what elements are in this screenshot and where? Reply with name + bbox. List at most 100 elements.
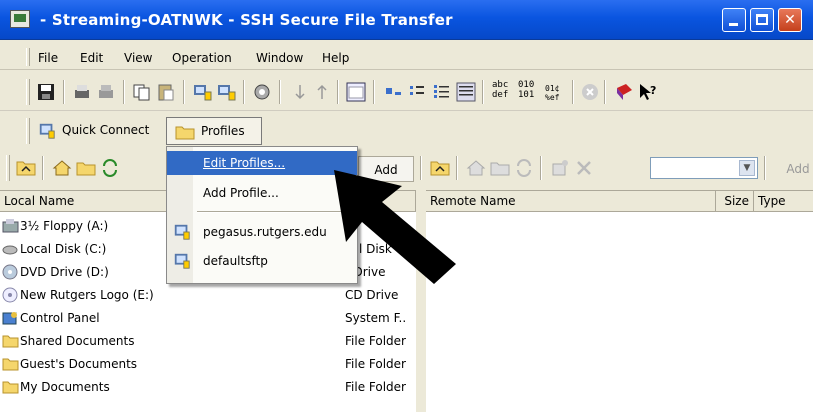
ascii-mode-icon[interactable]: abc def — [492, 80, 508, 100]
cd-drive-icon — [2, 287, 18, 303]
type-header[interactable]: Type — [754, 191, 813, 212]
small-icons-icon[interactable] — [408, 82, 428, 102]
svg-text:?: ? — [650, 84, 656, 97]
window-title: - Streaming-OATNWK - SSH Secure File Tra… — [40, 11, 453, 29]
toolbar-separator — [42, 156, 44, 180]
menubar-grip[interactable] — [26, 48, 30, 66]
stop-icon[interactable] — [580, 82, 600, 102]
toolbar-separator — [183, 80, 185, 104]
details-icon[interactable] — [456, 82, 476, 102]
folder-icon — [2, 381, 19, 394]
copy-icon[interactable] — [132, 82, 152, 102]
size-header[interactable]: Size — [716, 191, 754, 212]
edit-profiles-label: Edit Profiles... — [203, 156, 286, 170]
new-folder-icon[interactable] — [76, 158, 96, 178]
profile-connect-icon — [174, 253, 190, 269]
parent-folder-icon[interactable] — [16, 158, 36, 178]
toolbar-separator — [604, 80, 606, 104]
chevron-down-icon[interactable]: ▼ — [739, 160, 755, 176]
menu-operation[interactable]: Operation — [172, 51, 232, 65]
control-panel-icon — [2, 312, 17, 325]
list-item[interactable]: My Documents File Folder — [0, 376, 416, 398]
refresh-icon[interactable] — [100, 158, 120, 178]
item-type: File Folder — [345, 357, 406, 371]
menu-window[interactable]: Window — [256, 51, 303, 65]
close-button[interactable]: ✕ — [778, 8, 802, 32]
item-name: 3½ Floppy (A:) — [20, 219, 109, 233]
toolbar-separator — [373, 80, 375, 104]
minimize-button[interactable] — [722, 8, 746, 32]
right-add-button[interactable]: Add — [770, 156, 813, 182]
toolbar-separator — [337, 80, 339, 104]
profiles-button[interactable]: Profiles — [166, 117, 262, 145]
folder-icon — [2, 335, 19, 348]
profile-menu-item[interactable]: pegasus.rutgers.edu — [167, 220, 357, 244]
new-terminal-icon[interactable] — [346, 82, 366, 102]
whats-this-icon[interactable]: ? — [638, 82, 658, 102]
auto-mode-icon[interactable]: 01¢%ef — [544, 82, 564, 102]
toolbar-separator — [63, 80, 65, 104]
list-icon[interactable] — [432, 82, 452, 102]
binary-mode-icon[interactable]: 010 101 — [518, 80, 534, 100]
maximize-icon — [756, 14, 768, 25]
quick-connect-label: Quick Connect — [62, 123, 150, 137]
toolbar-grip[interactable] — [26, 118, 30, 144]
print-icon[interactable] — [72, 82, 92, 102]
list-item[interactable]: Shared Documents File Folder — [0, 330, 416, 352]
title-bar: - Streaming-OATNWK - SSH Secure File Tra… — [0, 0, 813, 40]
toolbar-separator — [540, 156, 542, 180]
main-toolbar — [0, 71, 813, 111]
disconnect-icon[interactable] — [216, 82, 236, 102]
print-preview-icon[interactable] — [96, 82, 116, 102]
download-icon[interactable] — [290, 82, 310, 102]
folder-icon — [2, 358, 19, 371]
app-icon[interactable] — [10, 10, 30, 28]
list-item[interactable]: Control Panel System F.. — [0, 307, 416, 329]
remote-name-header[interactable]: Remote Name — [426, 191, 716, 212]
add-profile-menu-item[interactable]: Add Profile... — [167, 181, 357, 205]
list-item[interactable]: Guest's Documents File Folder — [0, 353, 416, 375]
item-type: File Folder — [345, 334, 406, 348]
item-name: My Documents — [20, 380, 110, 394]
item-name: Shared Documents — [20, 334, 135, 348]
toolbar-separator — [279, 80, 281, 104]
menu-edit[interactable]: Edit — [80, 51, 103, 65]
menu-separator — [197, 211, 347, 213]
upload-icon[interactable] — [312, 82, 332, 102]
toolbar-grip[interactable] — [26, 79, 30, 105]
close-icon: ✕ — [784, 12, 796, 28]
toolbar-separator — [243, 80, 245, 104]
large-icons-icon[interactable] — [384, 82, 404, 102]
menu-bar — [0, 40, 813, 70]
profiles-label: Profiles — [201, 124, 245, 138]
remote-refresh-icon[interactable] — [514, 158, 534, 178]
edit-profiles-menu-item[interactable]: Edit Profiles... — [167, 151, 357, 175]
menu-view[interactable]: View — [124, 51, 152, 65]
add-profile-label: Add Profile... — [203, 186, 279, 200]
remote-file-list[interactable]: Remote Name Size Type — [426, 190, 813, 412]
profile-menu-item[interactable]: defaultsftp — [167, 249, 357, 273]
item-type: System F.. — [345, 311, 407, 325]
save-icon[interactable] — [36, 82, 56, 102]
delete-icon[interactable] — [574, 158, 594, 178]
paste-icon[interactable] — [156, 82, 176, 102]
quick-connect-button[interactable]: Quick Connect — [34, 117, 162, 145]
settings-icon[interactable] — [252, 82, 272, 102]
remote-home-folder-icon[interactable] — [466, 158, 486, 178]
svg-text:01¢: 01¢ — [545, 84, 560, 93]
toolbar-separator — [123, 80, 125, 104]
toolbar-separator — [482, 80, 484, 104]
home-folder-icon[interactable] — [52, 158, 72, 178]
dvd-drive-icon — [2, 264, 18, 280]
svg-text:%ef: %ef — [545, 93, 560, 102]
menu-help[interactable]: Help — [322, 51, 349, 65]
menu-file[interactable]: File — [38, 51, 58, 65]
help-book-icon[interactable] — [614, 82, 634, 102]
toolbar-grip[interactable] — [6, 155, 10, 181]
remote-path-dropdown[interactable]: ▼ — [650, 157, 758, 179]
connect-icon[interactable] — [192, 82, 212, 102]
properties-icon[interactable] — [550, 158, 570, 178]
remote-new-folder-icon[interactable] — [490, 158, 510, 178]
maximize-button[interactable] — [750, 8, 774, 32]
annotation-arrow-icon — [334, 170, 456, 284]
